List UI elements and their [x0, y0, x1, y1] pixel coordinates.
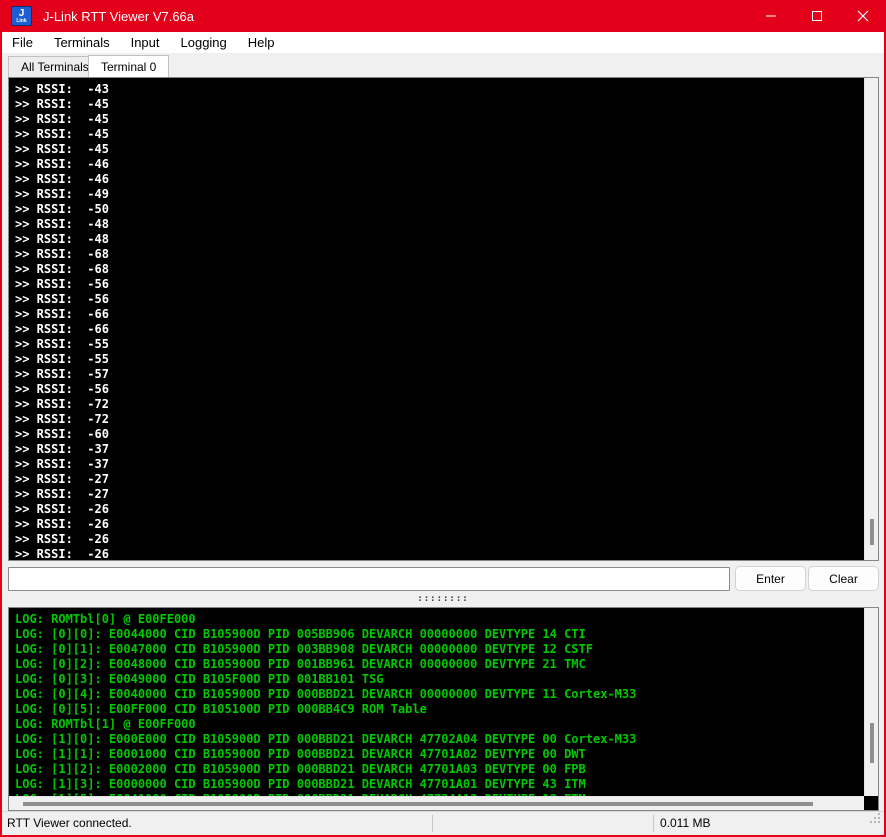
log-output: LOG: ROMTbl[0] @ E00FE000 LOG: [0][0]: E… — [9, 608, 636, 807]
log-vscrollbar[interactable] — [864, 608, 878, 796]
statusbar: RTT Viewer connected. 0.011 MB — [2, 811, 884, 835]
jlink-app-icon: J Link — [11, 6, 32, 26]
minimize-button[interactable] — [748, 0, 794, 32]
terminal-input[interactable] — [8, 567, 730, 591]
clear-button[interactable]: Clear — [808, 566, 879, 591]
resize-grip-icon[interactable] — [870, 821, 872, 823]
tab-terminal-0[interactable]: Terminal 0 — [88, 55, 169, 77]
terminal-tabstrip: All Terminals Terminal 0 — [2, 53, 884, 77]
maximize-button[interactable] — [794, 0, 840, 32]
connection-status: RTT Viewer connected. — [7, 816, 132, 830]
terminal-vscroll-thumb[interactable] — [870, 519, 874, 545]
splitter-handle-icon: :::::::: — [417, 595, 468, 603]
menubar: File Terminals Input Logging Help — [2, 32, 884, 53]
enter-button[interactable]: Enter — [735, 566, 806, 591]
status-divider — [432, 815, 433, 832]
menu-input[interactable]: Input — [123, 33, 168, 52]
status-divider — [653, 815, 654, 832]
menu-logging[interactable]: Logging — [173, 33, 235, 52]
menu-file[interactable]: File — [4, 33, 41, 52]
window-title: J-Link RTT Viewer V7.66a — [43, 9, 748, 24]
log-console: LOG: ROMTbl[0] @ E00FE000 LOG: [0][0]: E… — [8, 607, 879, 811]
splitter-handle[interactable]: :::::::: — [2, 592, 884, 606]
log-hscroll-thumb[interactable] — [23, 802, 813, 806]
menu-help[interactable]: Help — [240, 33, 283, 52]
terminal-output: >> RSSI: -43 >> RSSI: -45 >> RSSI: -45 >… — [9, 78, 109, 561]
terminal-vscrollbar[interactable] — [864, 78, 878, 560]
titlebar: J Link J-Link RTT Viewer V7.66a — [0, 0, 886, 32]
log-hscrollbar[interactable] — [9, 796, 864, 810]
log-vscroll-thumb[interactable] — [870, 723, 874, 763]
close-button[interactable] — [840, 0, 886, 32]
maximize-icon — [811, 10, 823, 22]
scrollbar-corner — [864, 796, 878, 810]
data-size-label: 0.011 MB — [660, 816, 710, 830]
close-icon — [857, 10, 869, 22]
jlink-icon-letter: J — [19, 9, 25, 19]
app-window: J Link J-Link RTT Viewer V7.66a File Ter… — [0, 0, 886, 837]
jlink-icon-word: Link — [16, 19, 26, 24]
menu-terminals[interactable]: Terminals — [46, 33, 118, 52]
terminal-console: >> RSSI: -43 >> RSSI: -45 >> RSSI: -45 >… — [8, 77, 879, 561]
minimize-icon — [765, 10, 777, 22]
